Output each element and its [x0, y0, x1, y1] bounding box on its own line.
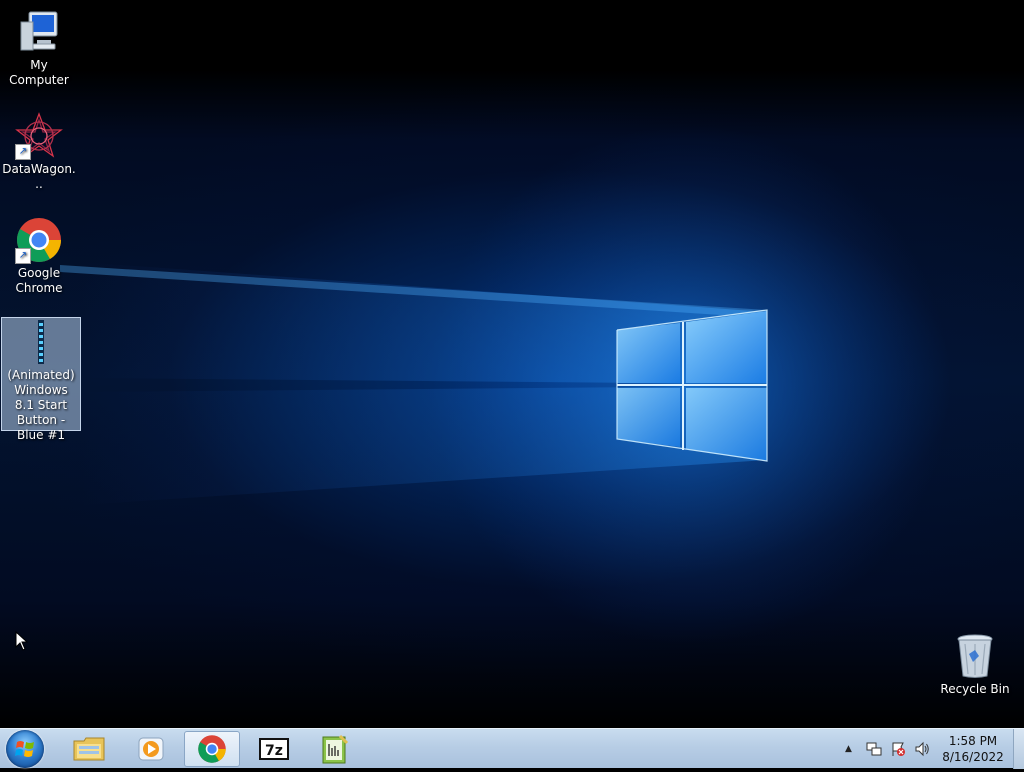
desktop-icon-google-chrome[interactable]: ↗ Google Chrome	[0, 216, 78, 296]
windows-logo-icon	[15, 741, 34, 757]
desktop-icon-label: Recycle Bin	[940, 682, 1010, 696]
wallpaper	[0, 0, 1024, 728]
computer-icon	[15, 8, 63, 56]
desktop-icon-my-computer[interactable]: My Computer	[0, 8, 78, 88]
desktop-icon-label: Google Chrome	[15, 266, 63, 295]
clock[interactable]: 1:58 PM 8/16/2022	[930, 733, 1016, 765]
shortcut-arrow-icon: ↗	[15, 248, 31, 264]
7zip-icon-label: 7z	[265, 743, 283, 759]
show-desktop-button[interactable]	[1013, 729, 1024, 769]
shortcut-arrow-icon: ↗	[15, 144, 31, 160]
datawagon-icon: ↗	[15, 112, 63, 160]
taskbar-7zip[interactable]: 7z	[246, 731, 302, 767]
network-icon[interactable]	[866, 741, 882, 757]
show-hidden-icons-arrow[interactable]: ▲	[845, 744, 852, 754]
taskbar-notepad[interactable]	[307, 731, 363, 767]
clock-date: 8/16/2022	[942, 750, 1004, 764]
desktop-icon-animated-start-button[interactable]: (Animated) Windows 8.1 Start Button - Bl…	[1, 317, 81, 442]
desktop-icon-label: (Animated) Windows 8.1 Start Button - Bl…	[7, 368, 75, 442]
desktop-icon-datawagon[interactable]: ↗ DataWagon...	[0, 112, 78, 192]
taskbar-file-explorer[interactable]	[61, 731, 117, 767]
taskbar-google-chrome[interactable]	[184, 731, 240, 767]
desktop[interactable]: My Computer ↗ DataWagon... ↗ Google Chro…	[0, 0, 1024, 728]
desktop-icon-label: My Computer	[9, 58, 69, 87]
chrome-icon	[198, 735, 226, 763]
desktop-icon-recycle-bin[interactable]: Recycle Bin	[936, 632, 1014, 697]
recycle-bin-icon	[951, 632, 999, 680]
start-button[interactable]	[6, 730, 44, 768]
notepad-icon	[322, 734, 349, 764]
chrome-icon: ↗	[15, 216, 63, 264]
volume-icon[interactable]	[914, 741, 930, 757]
action-center-flag-icon[interactable]	[890, 741, 906, 757]
folder-icon	[73, 737, 105, 761]
mouse-cursor-icon	[15, 631, 29, 651]
taskbar-media-player[interactable]	[123, 731, 179, 767]
media-player-icon	[138, 737, 164, 761]
desktop-icon-label: DataWagon...	[2, 162, 76, 191]
clock-time: 1:58 PM	[948, 734, 998, 748]
start-button-file-icon	[17, 318, 65, 366]
taskbar: 7z ▲ 1:58 PM 8/16/2022	[0, 728, 1024, 769]
7zip-icon: 7z	[259, 738, 289, 760]
